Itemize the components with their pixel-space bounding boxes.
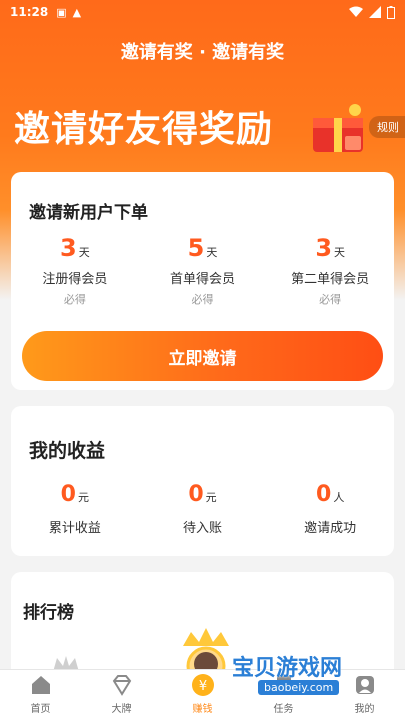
reward-unit: 天 xyxy=(78,246,90,259)
reward-unit: 天 xyxy=(334,246,346,259)
tab-brands[interactable]: 大牌 xyxy=(81,670,162,721)
reward-value: 5 xyxy=(187,234,205,262)
invite-rewards: 3天 注册得会员 必得 5天 首单得会员 必得 3天 第二单得会员 必得 xyxy=(11,234,394,307)
earnings-value: 0 xyxy=(316,482,332,507)
tab-label: 大牌 xyxy=(111,704,132,715)
earnings-pending[interactable]: 0元 待入账 xyxy=(139,482,267,536)
tab-label: 任务 xyxy=(273,704,294,715)
bottom-tab-bar: 首页 大牌 ¥ 赚钱 任务 我的 xyxy=(0,669,405,721)
invite-now-button[interactable]: 立即邀请 xyxy=(22,331,383,381)
rules-button[interactable]: 规则 xyxy=(369,116,405,138)
tab-label: 赚钱 xyxy=(192,704,213,715)
diamond-icon xyxy=(112,675,131,696)
tab-label: 首页 xyxy=(30,704,51,715)
battery-icon xyxy=(387,5,395,19)
reward-unit: 天 xyxy=(206,246,218,259)
yen-icon: ¥ xyxy=(191,674,214,696)
gift-box-icon xyxy=(313,104,363,152)
earnings-card: 我的收益 0元 累计收益 0元 待入账 0人 邀请成功 xyxy=(11,406,394,556)
notification-icon: ▣ xyxy=(56,5,67,19)
earnings-value: 0 xyxy=(188,482,204,507)
status-time: 11:28 xyxy=(10,5,49,19)
reward-note: 必得 xyxy=(191,293,214,306)
reward-first-order: 5天 首单得会员 必得 xyxy=(139,234,267,307)
tab-label: 我的 xyxy=(354,704,375,715)
reward-label: 首单得会员 xyxy=(170,272,236,287)
earnings-total[interactable]: 0元 累计收益 xyxy=(11,482,139,536)
home-icon xyxy=(31,676,50,694)
reward-note: 必得 xyxy=(319,293,342,306)
tab-earn[interactable]: ¥ 赚钱 xyxy=(162,670,243,721)
earnings-label: 待入账 xyxy=(183,521,223,536)
hero-title: 邀请好友得奖励 xyxy=(14,109,274,150)
earnings-label: 累计收益 xyxy=(48,521,101,536)
reward-note: 必得 xyxy=(63,293,86,306)
wifi-icon xyxy=(349,6,363,17)
earnings-label: 邀请成功 xyxy=(304,521,357,536)
earnings-invited[interactable]: 0人 邀请成功 xyxy=(266,482,394,536)
earnings-unit: 元 xyxy=(205,491,217,504)
earnings-unit: 元 xyxy=(77,491,89,504)
reward-value: 3 xyxy=(59,234,77,262)
earnings-value: 0 xyxy=(60,482,76,507)
earnings-unit: 人 xyxy=(333,491,345,504)
invite-card: 邀请新用户下单 3天 注册得会员 必得 5天 首单得会员 必得 3天 第二单得会… xyxy=(11,172,394,390)
user-icon xyxy=(355,676,374,694)
reward-value: 3 xyxy=(315,234,333,262)
warning-icon: ▲ xyxy=(72,5,82,19)
reward-label: 注册得会员 xyxy=(42,272,108,287)
tab-home[interactable]: 首页 xyxy=(0,670,81,721)
reward-label: 第二单得会员 xyxy=(291,272,370,287)
page-title: 邀请有奖 · 邀请有奖 xyxy=(120,42,285,63)
svg-text:¥: ¥ xyxy=(198,679,206,694)
watermark-text: 宝贝游戏网 xyxy=(232,656,343,681)
reward-second-order: 3天 第二单得会员 必得 xyxy=(266,234,394,307)
status-bar: 11:28 ▣ ▲ xyxy=(0,0,405,24)
watermark-url: baobeiy.com xyxy=(258,680,340,695)
invite-card-title: 邀请新用户下单 xyxy=(29,203,148,223)
reward-register: 3天 注册得会员 必得 xyxy=(11,234,139,307)
signal-icon xyxy=(369,6,381,18)
earnings-stats: 0元 累计收益 0元 待入账 0人 邀请成功 xyxy=(11,482,394,536)
earnings-card-title: 我的收益 xyxy=(29,440,106,462)
ranking-card-title: 排行榜 xyxy=(23,603,74,623)
